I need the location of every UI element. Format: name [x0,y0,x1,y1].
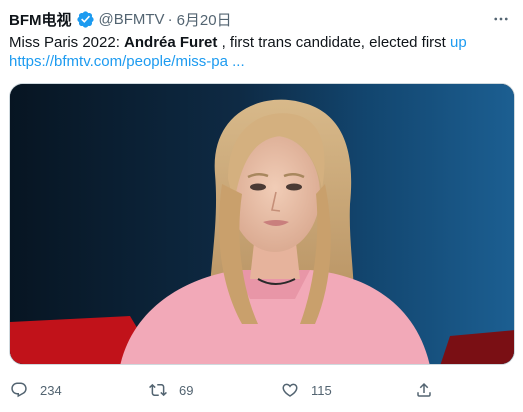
tweet-card[interactable]: BFM电视 @BFMTV · 6月20日 Miss Paris 2022: An… [0,0,523,412]
share-button[interactable] [415,378,433,402]
verified-badge-icon [76,10,95,29]
tweet-text-bold-name: Andréa Furet [124,34,218,51]
like-count: 115 [311,382,332,398]
retweet-button[interactable]: 69 [149,378,193,402]
tweet-media-image[interactable] [9,83,515,365]
more-dots-icon[interactable] [491,9,511,29]
heart-icon [282,383,298,397]
share-icon [417,382,431,397]
tweet-text: Miss Paris 2022: Andréa Furet , first tr… [9,33,515,53]
tweet-header: BFM电视 @BFMTV · 6月20日 [9,8,513,30]
tweet-text-part-1: Miss Paris 2022: [9,34,125,51]
reply-count: 234 [40,382,62,398]
reply-icon [11,382,27,398]
media-photo [10,84,514,364]
tweet-text-part-2: , first trans candidate, elected first [217,34,451,51]
retweet-icon [149,383,167,397]
tweet-date[interactable]: 6月20日 [177,9,232,30]
tweet-url-link[interactable]: https://bfmtv.com/people/miss-pa ... [9,52,245,72]
author-handle[interactable]: @BFMTV [99,11,165,28]
author-display-name[interactable]: BFM电视 [9,9,72,30]
reply-button[interactable]: 234 [10,378,62,402]
retweet-count: 69 [179,382,194,398]
tweet-text-link[interactable]: up [450,34,467,51]
like-button[interactable]: 115 [281,378,332,402]
header-separator: · [167,10,173,28]
tweet-actions: 234 69 115 [0,378,523,402]
